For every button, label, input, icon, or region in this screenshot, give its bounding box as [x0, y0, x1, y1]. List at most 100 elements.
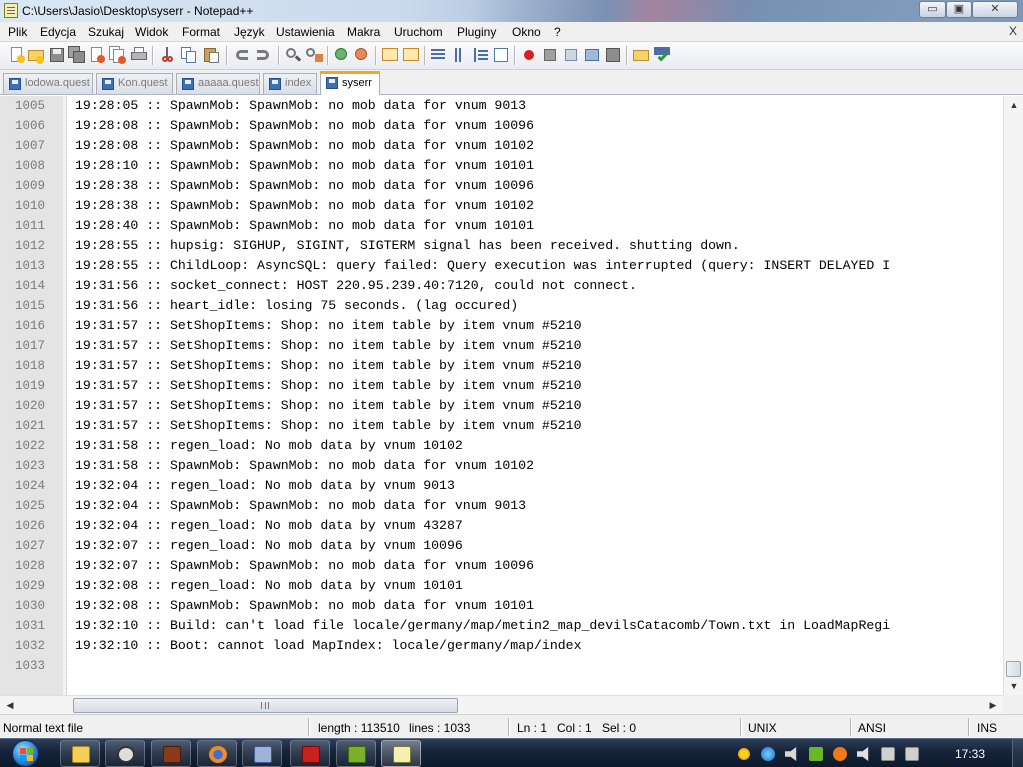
save-all-icon[interactable]	[68, 46, 86, 64]
macro-play-icon[interactable]	[562, 46, 580, 64]
undo-icon[interactable]	[233, 46, 251, 64]
nvidia-icon[interactable]	[809, 747, 823, 761]
line-text[interactable]: 19:31:58 :: SpawnMob: SpawnMob: no mob d…	[75, 456, 1003, 476]
line-text[interactable]: 19:31:57 :: SetShopItems: Shop: no item …	[75, 356, 1003, 376]
close-all-icon[interactable]	[108, 46, 126, 64]
line-text[interactable]: 19:31:57 :: SetShopItems: Shop: no item …	[75, 396, 1003, 416]
word-wrap-icon[interactable]	[430, 46, 448, 64]
line-text[interactable]: 19:31:57 :: SetShopItems: Shop: no item …	[75, 336, 1003, 356]
line-text[interactable]: 19:31:56 :: heart_idle: losing 75 second…	[75, 296, 1003, 316]
menu-plik[interactable]: Plik	[8, 25, 27, 39]
editor-line[interactable]: 1019 19:31:57 :: SetShopItems: Shop: no i…	[0, 376, 1003, 396]
indent-guide-icon[interactable]	[472, 46, 490, 64]
line-text[interactable]: 19:32:08 :: regen_load: No mob data by v…	[75, 576, 1003, 596]
editor-line[interactable]: 1009 19:28:38 :: SpawnMob: SpawnMob: no m…	[0, 176, 1003, 196]
macro-record-icon[interactable]	[520, 46, 538, 64]
spellcheck-icon[interactable]	[653, 46, 671, 64]
line-text[interactable]: 19:32:10 :: Build: can't load file local…	[75, 616, 1003, 636]
cut-icon[interactable]	[158, 46, 176, 64]
network-globe-icon[interactable]	[761, 747, 775, 761]
find-icon[interactable]	[284, 46, 302, 64]
editor-line[interactable]: 1014 19:31:56 :: socket_connect: HOST 220…	[0, 276, 1003, 296]
editor-line[interactable]: 1007 19:28:08 :: SpawnMob: SpawnMob: no m…	[0, 136, 1003, 156]
flag-icon[interactable]	[881, 747, 895, 761]
menu-szukaj[interactable]: Szukaj	[88, 25, 124, 39]
line-text[interactable]: 19:28:05 :: SpawnMob: SpawnMob: no mob d…	[75, 96, 1003, 116]
replace-icon[interactable]	[305, 46, 323, 64]
menu-makra[interactable]: Makra	[347, 25, 380, 39]
line-text[interactable]: 19:31:58 :: regen_load: No mob data by v…	[75, 436, 1003, 456]
editor-line[interactable]: 1005 19:28:05 :: SpawnMob: SpawnMob: no m…	[0, 96, 1003, 116]
editor-line[interactable]: 1031 19:32:10 :: Build: can't load file l…	[0, 616, 1003, 636]
editor-line[interactable]: 1030 19:32:08 :: SpawnMob: SpawnMob: no m…	[0, 596, 1003, 616]
sun-icon[interactable]	[737, 747, 751, 761]
scroll-up-arrow-icon[interactable]: ▲	[1007, 98, 1021, 112]
editor-line[interactable]: 1020 19:31:57 :: SetShopItems: Shop: no i…	[0, 396, 1003, 416]
line-text[interactable]: 19:28:40 :: SpawnMob: SpawnMob: no mob d…	[75, 216, 1003, 236]
tab-kon-quest[interactable]: Kon.quest	[96, 73, 173, 94]
editor-line[interactable]: 1006 19:28:08 :: SpawnMob: SpawnMob: no m…	[0, 116, 1003, 136]
tab-lodowa-quest[interactable]: lodowa.quest	[3, 73, 93, 94]
close-window-button[interactable]: ✕	[972, 1, 1018, 18]
editor-line[interactable]: 1027 19:32:07 :: regen_load: No mob data …	[0, 536, 1003, 556]
line-text[interactable]: 19:32:04 :: SpawnMob: SpawnMob: no mob d…	[75, 496, 1003, 516]
line-text[interactable]: 19:32:07 :: SpawnMob: SpawnMob: no mob d…	[75, 556, 1003, 576]
macro-stop-icon[interactable]	[541, 46, 559, 64]
taskbar-d-app[interactable]	[336, 740, 376, 767]
save-icon[interactable]	[48, 46, 66, 64]
redo-icon[interactable]	[254, 46, 272, 64]
line-text[interactable]: 19:31:57 :: SetShopItems: Shop: no item …	[75, 416, 1003, 436]
taskbar-clock[interactable]: 17:33	[955, 747, 985, 761]
menu-help[interactable]: ?	[554, 25, 561, 39]
editor-line[interactable]: 1022 19:31:58 :: regen_load: No mob data …	[0, 436, 1003, 456]
editor-line[interactable]: 1008 19:28:10 :: SpawnMob: SpawnMob: no m…	[0, 156, 1003, 176]
menu-edycja[interactable]: Edycja	[40, 25, 76, 39]
editor-line[interactable]: 1011 19:28:40 :: SpawnMob: SpawnMob: no m…	[0, 216, 1003, 236]
macro-run-multiple-icon[interactable]	[583, 46, 601, 64]
zoom-out-icon[interactable]	[353, 46, 371, 64]
menu-jezyk[interactable]: Język	[234, 25, 265, 39]
show-desktop-button[interactable]	[1012, 739, 1023, 767]
close-icon[interactable]	[88, 46, 106, 64]
line-text[interactable]: 19:32:04 :: regen_load: No mob data by v…	[75, 516, 1003, 536]
line-text[interactable]: 19:32:10 :: Boot: cannot load MapIndex: …	[75, 636, 1003, 656]
tab-syserr[interactable]: syserr	[320, 71, 380, 95]
taskbar-explorer[interactable]	[60, 740, 100, 767]
editor-line[interactable]: 1016 19:31:57 :: SetShopItems: Shop: no i…	[0, 316, 1003, 336]
line-text[interactable]: 19:32:04 :: regen_load: No mob data by v…	[75, 476, 1003, 496]
user-lang-icon[interactable]	[492, 46, 510, 64]
maximize-button[interactable]: ▣	[946, 1, 972, 18]
taskbar-firefox[interactable]	[197, 740, 237, 767]
menu-ustawienia[interactable]: Ustawienia	[276, 25, 335, 39]
line-text[interactable]: 19:32:08 :: SpawnMob: SpawnMob: no mob d…	[75, 596, 1003, 616]
tab-index[interactable]: index	[263, 73, 317, 94]
sync-vertical-icon[interactable]	[381, 46, 399, 64]
line-text[interactable]: 19:28:55 :: ChildLoop: AsyncSQL: query f…	[75, 256, 1003, 276]
menu-okno[interactable]: Okno	[512, 25, 541, 39]
scroll-left-arrow-icon[interactable]: ◀	[3, 698, 17, 712]
text-editor[interactable]: 1005 19:28:05 :: SpawnMob: SpawnMob: no m…	[0, 96, 1023, 695]
copy-icon[interactable]	[180, 46, 198, 64]
start-button[interactable]	[4, 739, 46, 767]
close-document-button[interactable]: X	[1009, 24, 1017, 38]
editor-line[interactable]: 1015 19:31:56 :: heart_idle: losing 75 se…	[0, 296, 1003, 316]
menu-widok[interactable]: Widok	[135, 25, 168, 39]
line-text[interactable]: 19:32:07 :: regen_load: No mob data by v…	[75, 536, 1003, 556]
line-text[interactable]: 19:31:57 :: SetShopItems: Shop: no item …	[75, 376, 1003, 396]
vertical-scroll-thumb[interactable]	[1006, 661, 1021, 677]
zoom-in-icon[interactable]	[333, 46, 351, 64]
macro-save-icon[interactable]	[604, 46, 622, 64]
editor-line[interactable]: 1032 19:32:10 :: Boot: cannot load MapInd…	[0, 636, 1003, 656]
editor-line[interactable]: 1029 19:32:08 :: regen_load: No mob data …	[0, 576, 1003, 596]
editor-line[interactable]: 1023 19:31:58 :: SpawnMob: SpawnMob: no m…	[0, 456, 1003, 476]
menu-pluginy[interactable]: Pluginy	[457, 25, 496, 39]
open-file-icon[interactable]	[27, 46, 45, 64]
editor-line[interactable]: 1021 19:31:57 :: SetShopItems: Shop: no i…	[0, 416, 1003, 436]
new-file-icon[interactable]	[8, 46, 26, 64]
editor-line[interactable]: 1017 19:31:57 :: SetShopItems: Shop: no i…	[0, 336, 1003, 356]
paste-icon[interactable]	[202, 46, 220, 64]
vertical-scrollbar[interactable]: ▲ ▼	[1003, 96, 1023, 695]
taskbar-metin[interactable]	[151, 740, 191, 767]
line-text[interactable]: 19:28:08 :: SpawnMob: SpawnMob: no mob d…	[75, 136, 1003, 156]
horizontal-scrollbar[interactable]: ◀ ▶	[0, 695, 1003, 714]
